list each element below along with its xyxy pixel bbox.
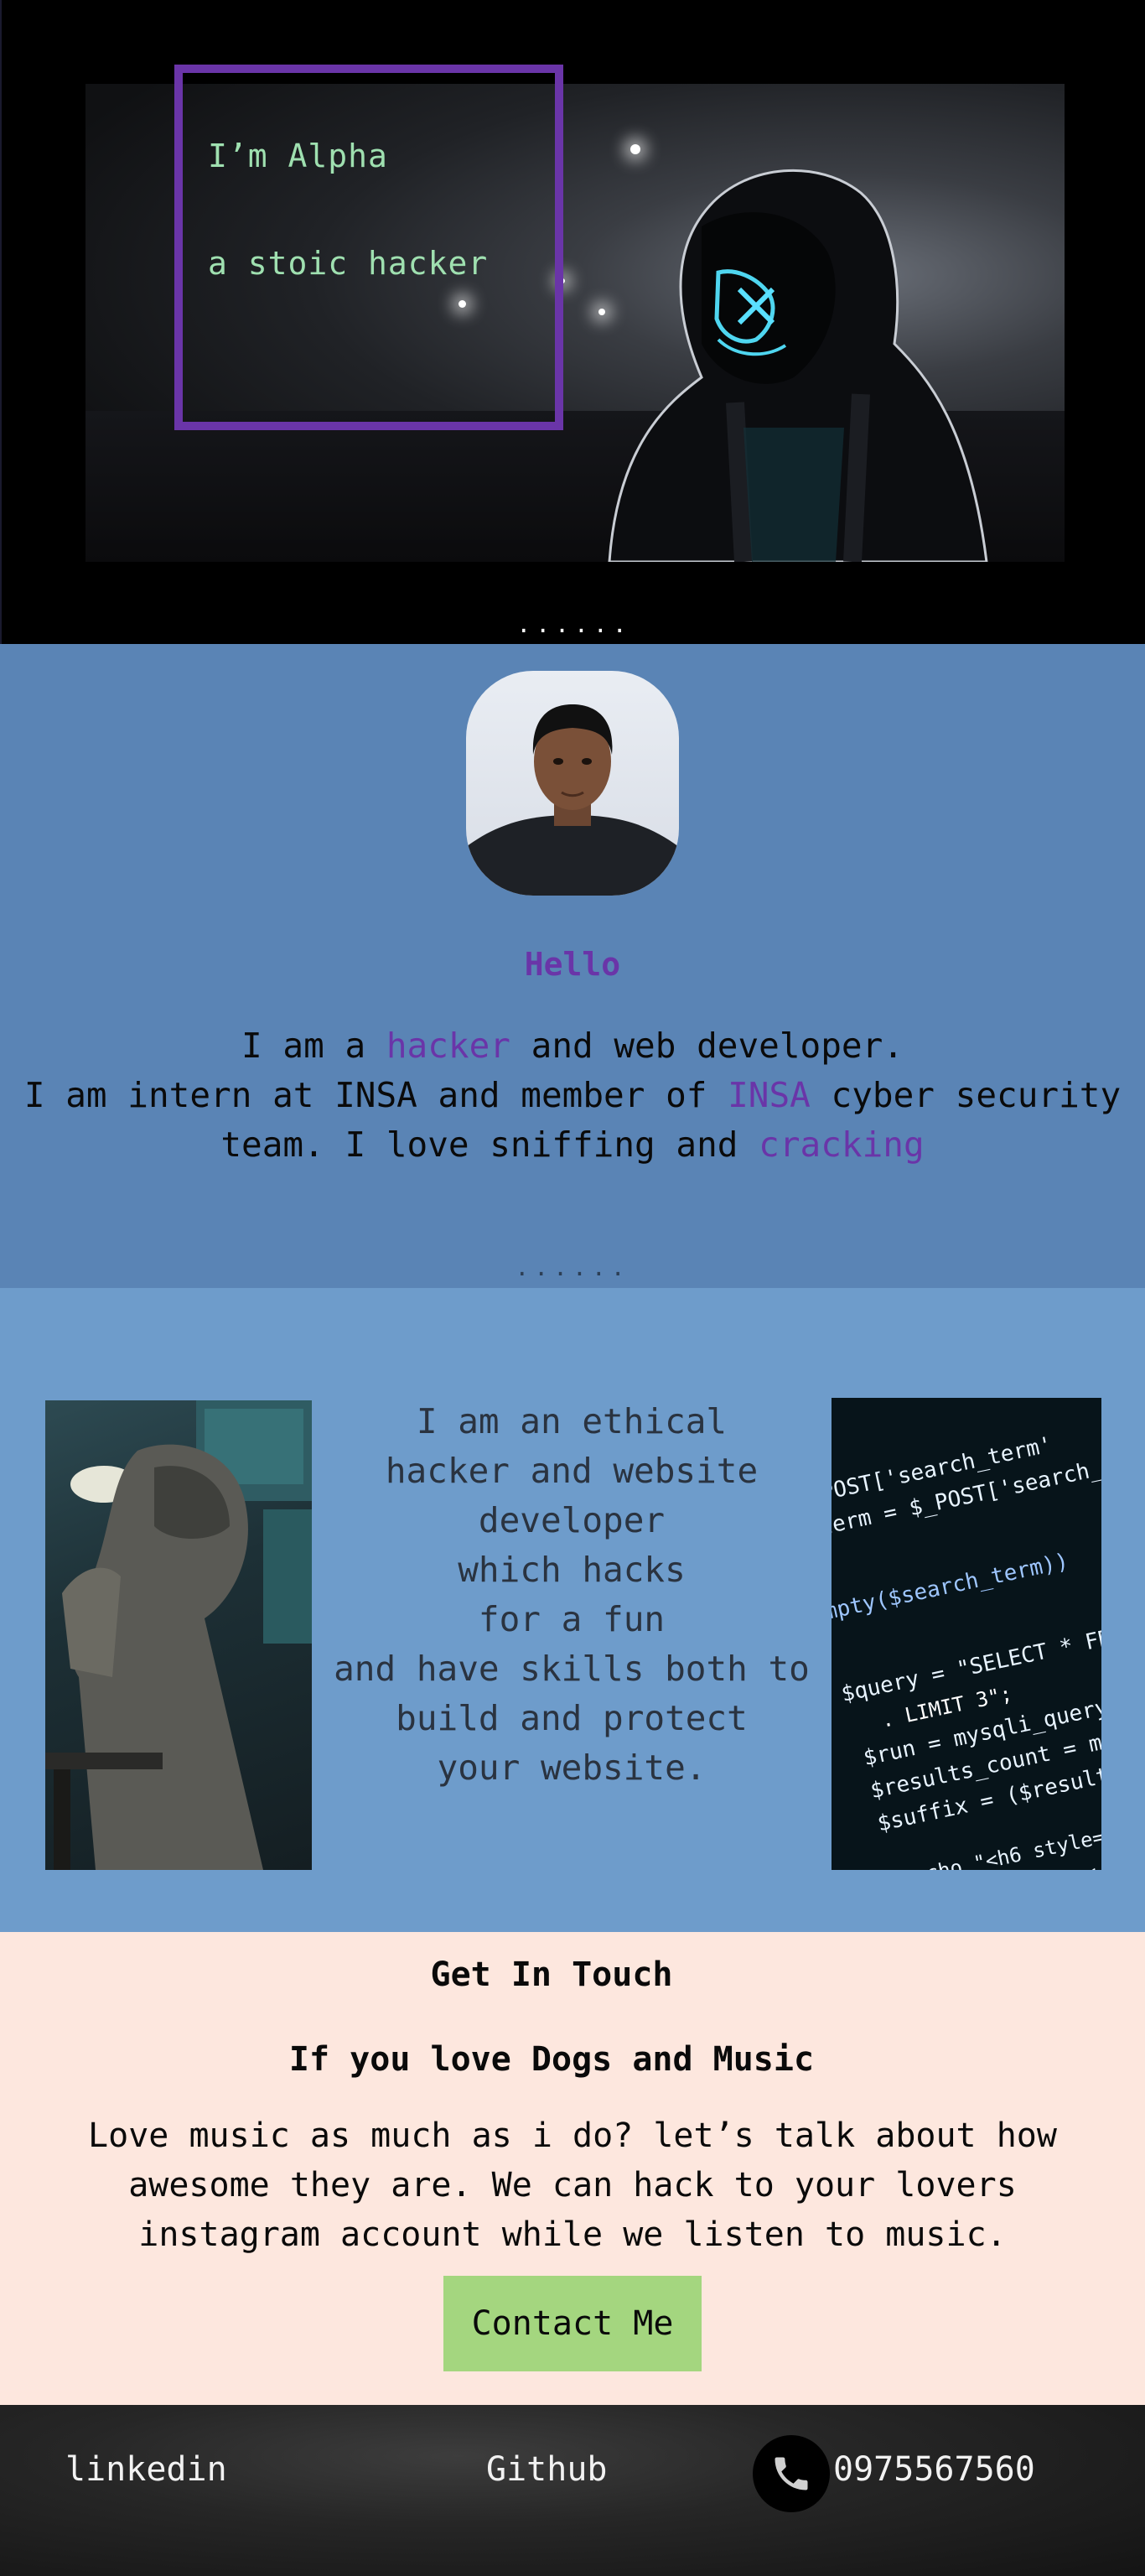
code-screen-image: _POST['search_term' _term = $_POST['sear…: [832, 1398, 1101, 1870]
phone-number-link[interactable]: 0975567560: [833, 2405, 1035, 2534]
contact-body: Love music as much as i do? let’s talk a…: [88, 2116, 1057, 2254]
hero-intro-box: I’m Alpha a stoic hacker: [174, 65, 563, 430]
section-divider-dots: ......: [516, 610, 632, 638]
skills-description: I am an ethical hacker and website devel…: [334, 1401, 810, 1788]
highlight-insa: INSA: [728, 1075, 811, 1115]
linkedin-link[interactable]: linkedin: [65, 2405, 227, 2534]
github-link[interactable]: Github: [486, 2405, 608, 2534]
avatar: [466, 671, 679, 896]
contact-title: Get In Touch: [430, 1955, 673, 1994]
hello-heading: Hello: [524, 946, 621, 983]
about-line1-end: and web developer.: [510, 1026, 904, 1066]
about-text: I am a hacker and web developer. I am in…: [0, 1021, 1145, 1170]
footer: linkedin Github 0975567560: [0, 2405, 1145, 2576]
hero-tagline: a stoic hacker: [208, 245, 489, 282]
svg-text:mpty($search_term)): mpty($search_term)): [832, 1549, 1070, 1625]
section-divider-dots: ......: [515, 1254, 630, 1281]
hacker-at-desk-image: [45, 1400, 312, 1870]
highlight-hacker: hacker: [386, 1026, 510, 1066]
about-line2-end: cyber security: [810, 1075, 1122, 1115]
phone-icon: [753, 2435, 830, 2512]
contact-subtitle: If you love Dogs and Music: [288, 2040, 815, 2079]
skills-section: I am an ethical hacker and website devel…: [0, 1288, 1145, 1932]
about-line2-text: I am intern at INSA and member of: [23, 1075, 728, 1115]
about-section: Hello I am a hacker and web developer. I…: [0, 644, 1145, 1288]
hero-greeting: I’m Alpha: [208, 138, 388, 174]
about-line1-text: I am a: [241, 1026, 386, 1066]
about-line3-text: team. I love sniffing and: [220, 1124, 759, 1165]
contact-me-button[interactable]: Contact Me: [443, 2276, 702, 2371]
highlight-cracking: cracking: [759, 1124, 925, 1165]
hooded-figure-image: [608, 169, 988, 562]
contact-section: Get In Touch If you love Dogs and Music …: [0, 1932, 1145, 2405]
hero-section: I’m Alpha a stoic hacker ......: [0, 0, 1145, 644]
